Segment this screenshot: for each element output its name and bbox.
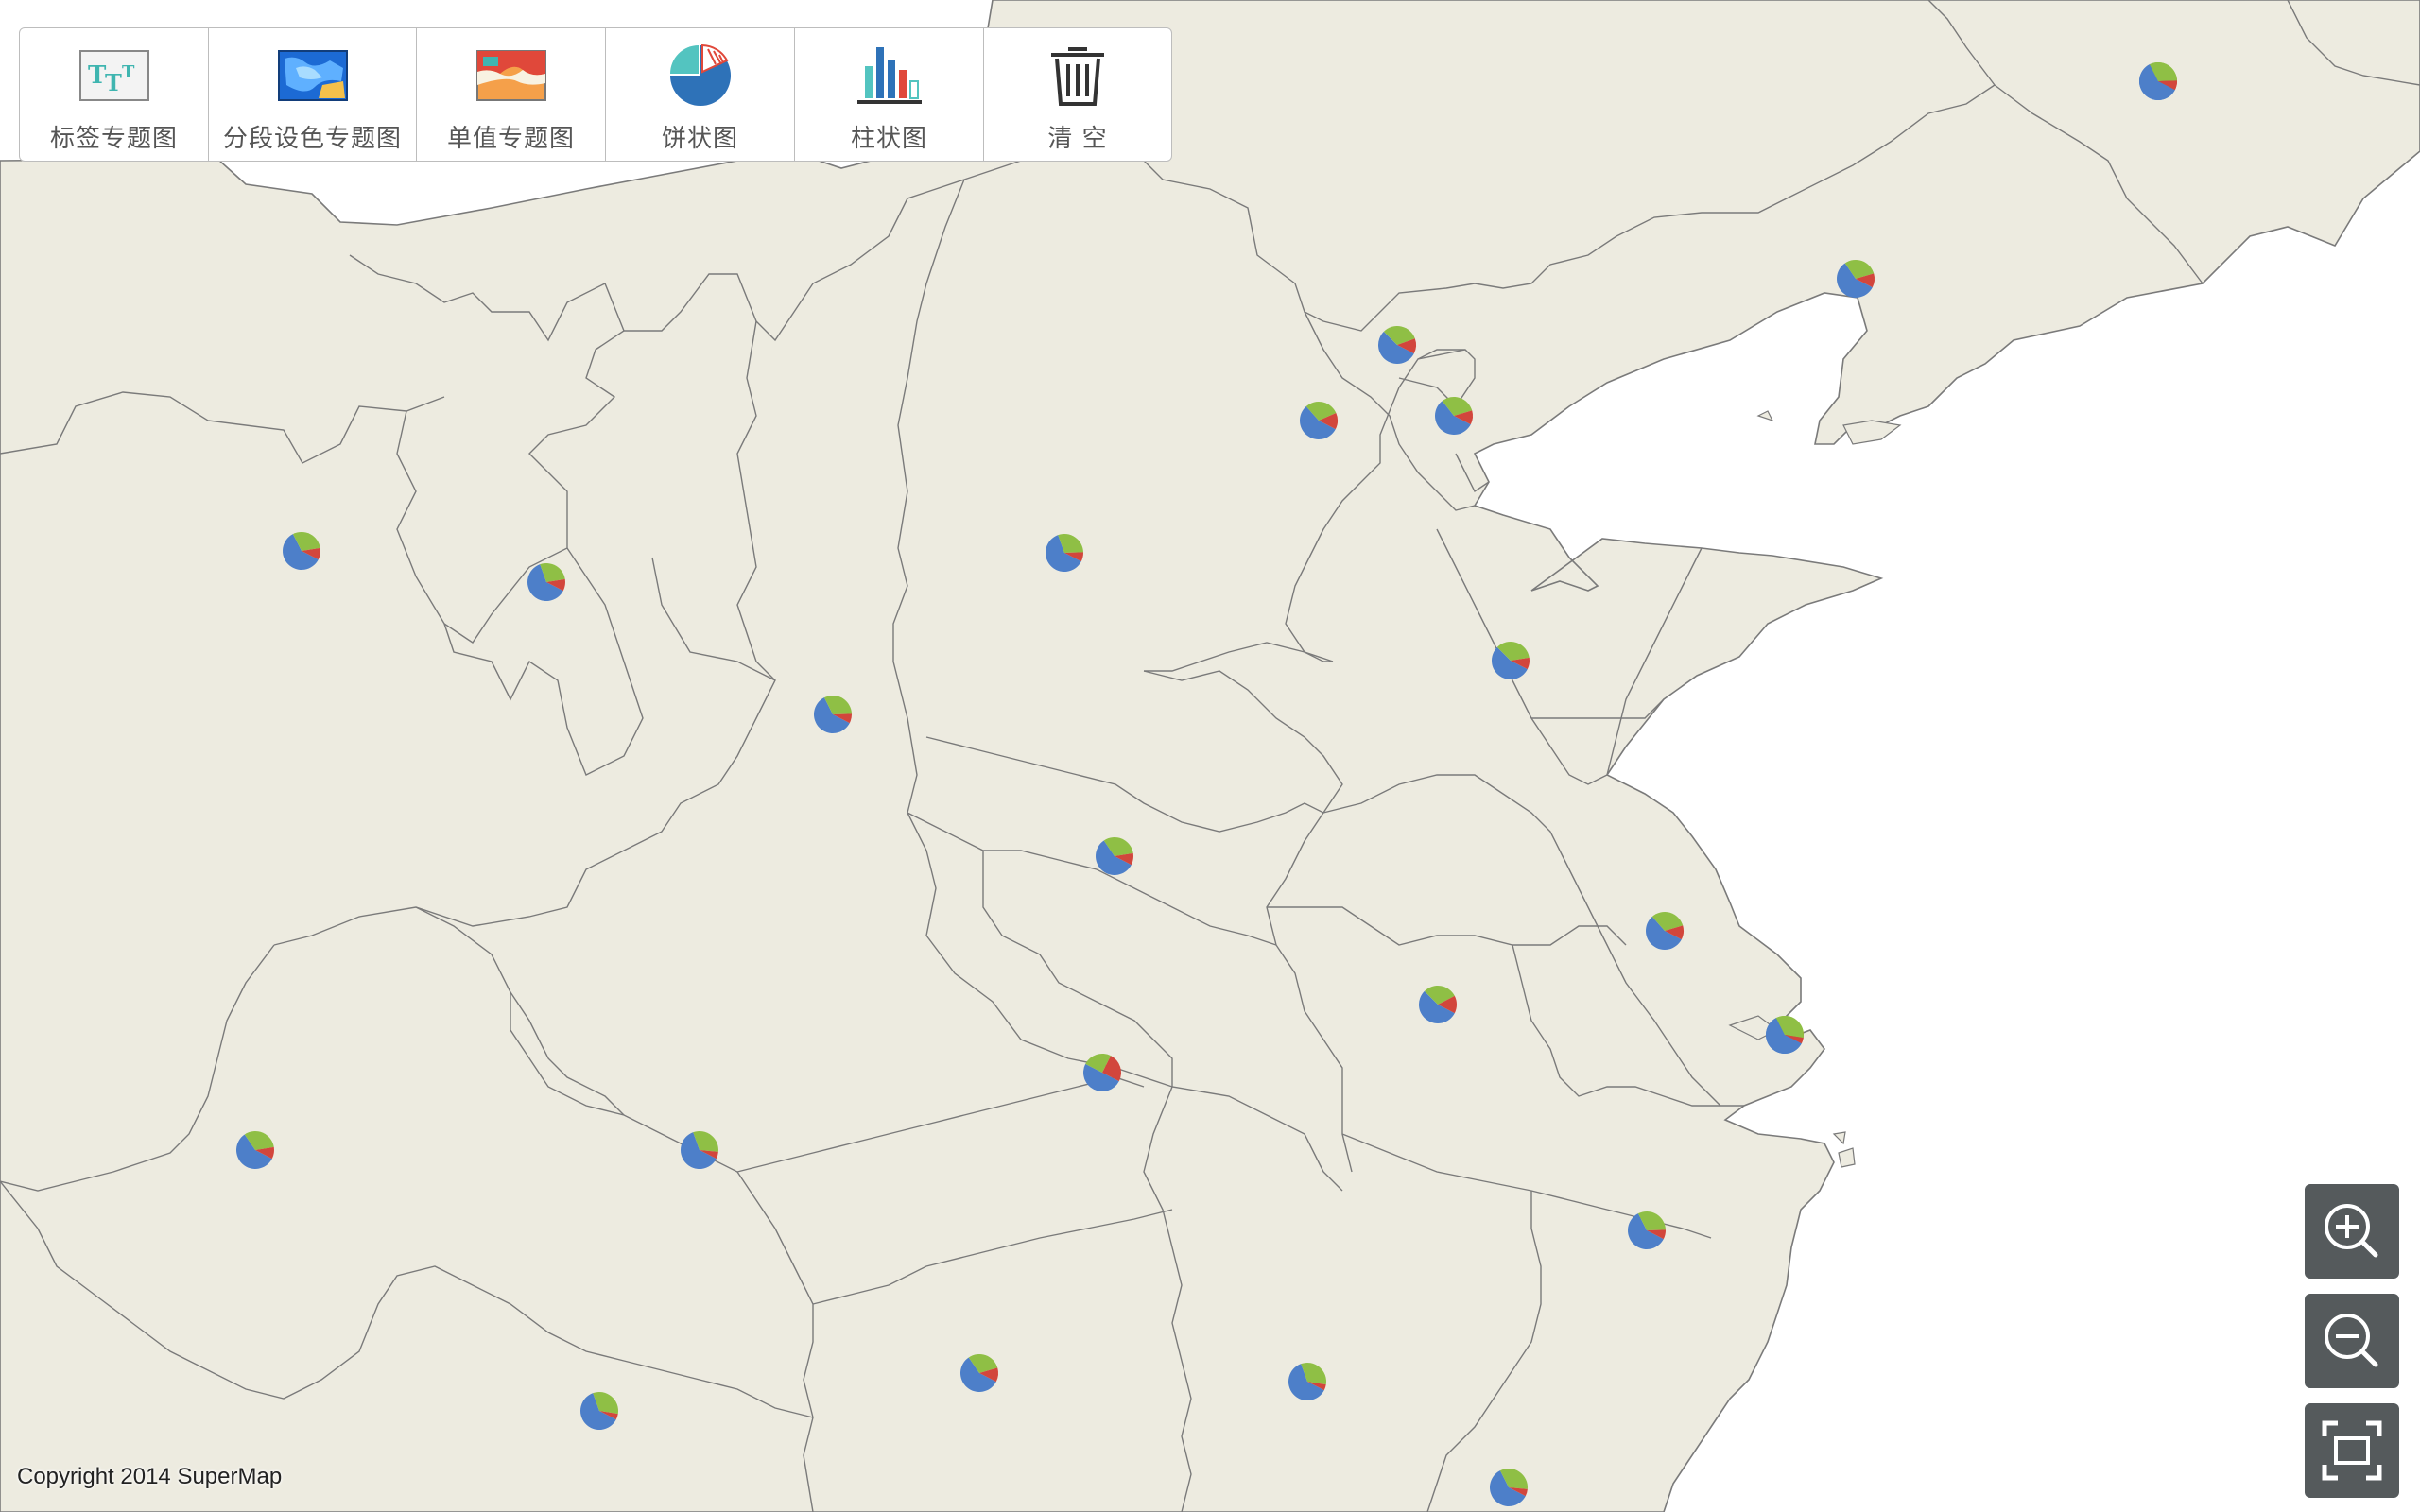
label-thematic-button[interactable]: T T T 标签专题图 (20, 28, 209, 161)
pie-marker[interactable] (527, 563, 565, 602)
province-map (0, 0, 2420, 1512)
range-thematic-label: 分段设色专题图 (222, 125, 402, 153)
pie-marker[interactable] (680, 1130, 719, 1169)
full-extent-button[interactable] (2305, 1403, 2399, 1498)
pie-marker[interactable] (1837, 259, 1875, 298)
svg-text:T: T (88, 61, 107, 90)
pie-marker[interactable] (1435, 396, 1473, 435)
clear-label: 清 空 (1047, 125, 1108, 153)
thematic-toolbar: T T T 标签专题图 分段设色专题图 单值专题图 饼状图 柱状图 清 空 (19, 27, 1172, 162)
svg-text:T: T (122, 62, 135, 82)
svg-text:T: T (105, 69, 122, 96)
pie-marker[interactable] (1377, 326, 1416, 365)
zoom-out-button[interactable] (2305, 1294, 2399, 1388)
label-thematic-label: 标签专题图 (49, 125, 178, 153)
pie-marker[interactable] (580, 1392, 618, 1430)
bar-chart-button[interactable]: 柱状图 (795, 28, 984, 161)
pie-marker[interactable] (1300, 402, 1339, 439)
unique-thematic-button[interactable]: 单值专题图 (417, 28, 606, 161)
pie-marker[interactable] (2139, 61, 2178, 100)
map-canvas[interactable] (0, 0, 2420, 1512)
zoom-in-button[interactable] (2305, 1184, 2399, 1279)
bar-chart-icon (854, 43, 925, 108)
full-extent-icon (2322, 1420, 2382, 1481)
zoom-out-icon (2325, 1314, 2378, 1367)
pie-chart-label: 饼状图 (661, 125, 738, 153)
pie-marker[interactable] (1083, 1054, 1122, 1091)
clear-button[interactable]: 清 空 (984, 28, 1171, 161)
range-thematic-icon (277, 43, 349, 108)
label-thematic-icon: T T T (78, 43, 150, 108)
pie-marker[interactable] (960, 1353, 999, 1392)
pie-marker[interactable] (283, 532, 320, 570)
bar-chart-label: 柱状图 (850, 125, 927, 153)
pie-chart-button[interactable]: 饼状图 (606, 28, 795, 161)
pie-marker[interactable] (1288, 1363, 1326, 1400)
pie-marker[interactable] (1419, 986, 1458, 1023)
unique-thematic-icon (475, 43, 547, 108)
pie-marker[interactable] (1046, 534, 1083, 572)
pie-marker[interactable] (1490, 1469, 1528, 1506)
zoom-in-icon (2325, 1204, 2378, 1258)
pie-marker[interactable] (236, 1131, 274, 1169)
pie-marker[interactable] (1646, 912, 1684, 951)
pie-marker[interactable] (1766, 1016, 1804, 1054)
pie-marker[interactable] (1492, 641, 1530, 679)
unique-thematic-label: 单值专题图 (446, 125, 575, 153)
pie-chart-icon (665, 43, 736, 108)
range-thematic-button[interactable]: 分段设色专题图 (209, 28, 417, 161)
copyright-text: Copyright 2014 SuperMap (17, 1464, 283, 1489)
pie-marker[interactable] (814, 696, 852, 733)
pie-marker[interactable] (1628, 1211, 1666, 1249)
trash-icon (1042, 43, 1114, 108)
pie-marker[interactable] (1096, 837, 1133, 875)
